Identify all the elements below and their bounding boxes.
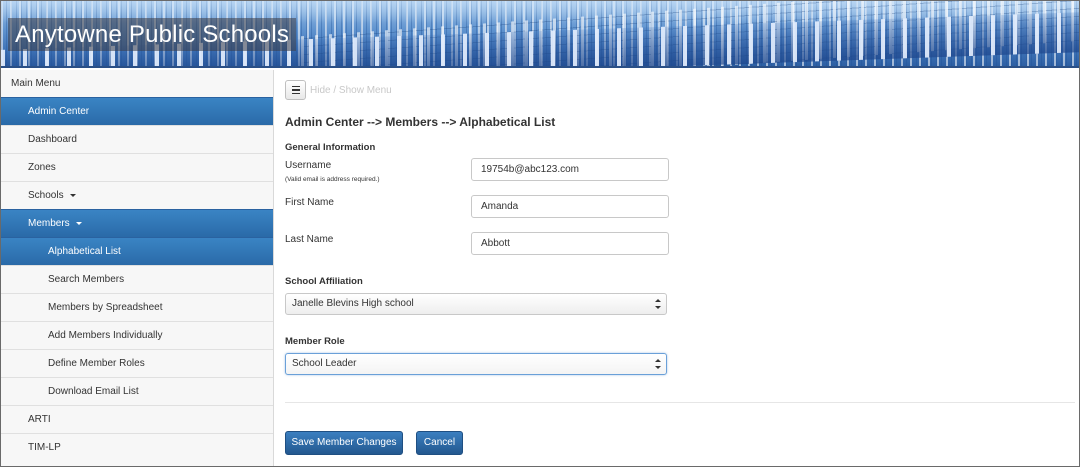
sidebar-item-label: ARTI — [28, 414, 51, 425]
sidebar-item-label: Members by Spreadsheet — [48, 302, 163, 313]
sidebar-item-label: Members — [28, 218, 70, 229]
sidebar-item-arti[interactable]: ARTI — [1, 405, 273, 433]
sidebar-item-label: Zones — [28, 162, 56, 173]
hamburger-icon-line — [291, 89, 300, 91]
sidebar-item-label: Alphabetical List — [48, 246, 121, 257]
sidebar-item-admin-center[interactable]: Admin Center — [1, 97, 273, 125]
chevron-updown-icon — [655, 299, 661, 309]
general-information-heading: General Information — [285, 142, 376, 153]
sidebar-item-members-by-spreadsheet[interactable]: Members by Spreadsheet — [1, 293, 273, 321]
save-member-changes-button[interactable]: Save Member Changes — [285, 431, 403, 455]
page-title: Admin Center --> Members --> Alphabetica… — [285, 115, 556, 129]
sidebar-item-search-members[interactable]: Search Members — [1, 265, 273, 293]
hamburger-icon-line — [291, 92, 300, 95]
first-name-label: First Name — [285, 197, 334, 208]
toggle-menu-label[interactable]: Hide / Show Menu — [310, 85, 392, 96]
sidebar-item-download-email-list[interactable]: Download Email List — [1, 377, 273, 405]
sidebar-item-label: Dashboard — [28, 134, 77, 145]
member-role-select[interactable]: School Leader — [285, 353, 667, 375]
member-role-label: Member Role — [285, 336, 345, 347]
sidebar-item-label: Search Members — [48, 274, 125, 285]
school-affiliation-select[interactable]: Janelle Blevins High school — [285, 293, 667, 315]
caret-down-icon — [70, 193, 77, 197]
chevron-updown-icon — [655, 359, 661, 369]
cancel-button[interactable]: Cancel — [416, 431, 463, 455]
member-role-value: School Leader — [292, 358, 357, 369]
last-name-input[interactable]: Abbott — [471, 232, 669, 255]
sidebar-item-alphabetical-list[interactable]: Alphabetical List — [1, 237, 273, 265]
app-window: Anytowne Public Schools Main Menu Admin … — [0, 0, 1080, 467]
form-divider — [285, 402, 1075, 403]
sidebar-item-dashboard[interactable]: Dashboard — [1, 125, 273, 153]
school-affiliation-value: Janelle Blevins High school — [292, 298, 414, 309]
site-title: Anytowne Public Schools — [15, 20, 290, 48]
sidebar-item-label: Download Email List — [48, 386, 139, 397]
username-input[interactable]: 19754b@abc123.com — [471, 158, 669, 181]
sidebar-item-add-members-individually[interactable]: Add Members Individually — [1, 321, 273, 349]
school-affiliation-label: School Affiliation — [285, 276, 363, 287]
sidebar: Main Menu Admin Center Dashboard Zones S… — [1, 70, 274, 466]
sidebar-item-members[interactable]: Members — [1, 209, 273, 237]
sidebar-item-label: Define Member Roles — [48, 358, 145, 369]
menu-toggle-button[interactable] — [285, 80, 306, 100]
username-hint: (Valid email is address required.) — [285, 176, 380, 183]
sidebar-item-label: Add Members Individually — [48, 330, 163, 341]
sidebar-item-zones[interactable]: Zones — [1, 153, 273, 181]
last-name-label: Last Name — [285, 234, 334, 245]
sidebar-item-label: Admin Center — [28, 106, 90, 117]
first-name-input[interactable]: Amanda — [471, 195, 669, 218]
sidebar-item-tim-lp[interactable]: TIM-LP — [1, 433, 273, 461]
username-label: Username — [285, 160, 332, 171]
site-banner: Anytowne Public Schools — [1, 1, 1079, 68]
site-title-box: Anytowne Public Schools — [8, 18, 297, 51]
sidebar-item-label: TIM-LP — [28, 442, 61, 453]
main-content: Hide / Show Menu Admin Center --> Member… — [275, 70, 1079, 466]
hamburger-icon — [291, 85, 300, 88]
sidebar-item-label: Schools — [28, 190, 64, 201]
sidebar-item-define-member-roles[interactable]: Define Member Roles — [1, 349, 273, 377]
caret-down-icon — [76, 221, 83, 225]
main-menu-heading: Main Menu — [1, 70, 273, 97]
sidebar-item-schools[interactable]: Schools — [1, 181, 273, 209]
